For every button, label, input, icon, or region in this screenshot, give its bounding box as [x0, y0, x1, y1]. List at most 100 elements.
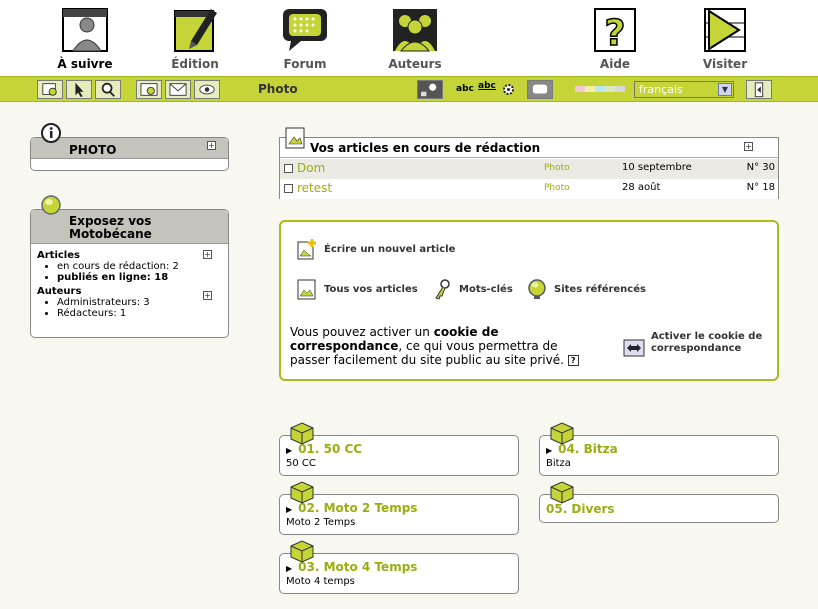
authors-expand-plus-icon[interactable]: +	[203, 291, 212, 300]
site-stats: Articles en cours de rédaction: 2 publié…	[37, 250, 222, 319]
swatch-green[interactable]	[605, 86, 615, 92]
rubrique-desc: Moto 4 temps	[286, 576, 355, 587]
spellcheck-abc[interactable]: abc	[456, 84, 474, 94]
tb-stats-button[interactable]	[136, 80, 162, 99]
rubrique-desc: Moto 2 Temps	[286, 517, 356, 528]
keywords-label: Mots-clés	[459, 284, 513, 295]
article-date: 10 septembre	[622, 162, 692, 173]
stat-admins: Administrateurs: 3	[57, 297, 222, 308]
chevron-down-icon: ▼	[718, 83, 732, 96]
nav-visiter[interactable]: Visiter	[675, 0, 775, 71]
article-title-link[interactable]: retest	[297, 181, 332, 195]
article-checkbox[interactable]	[284, 164, 293, 173]
tb-window-button[interactable]	[527, 80, 553, 99]
rubrique-box-icon	[290, 540, 314, 563]
top-navigation: À suivre Édition Forum Auteurs ? Aide Vi…	[0, 0, 818, 76]
cookie-arrows-icon[interactable]	[623, 337, 645, 359]
stat-published: publiés en ligne: 18	[57, 272, 222, 283]
language-value: français	[639, 83, 683, 96]
rubrique-moto-4-temps[interactable]: ▶ 03. Moto 4 Temps Moto 4 temps	[279, 553, 519, 594]
swatch-blue[interactable]	[595, 86, 605, 92]
photo-box-header: PHOTO	[31, 138, 228, 159]
article-number: N° 18	[746, 182, 775, 193]
table-row[interactable]: Dom Photo 10 septembre N° 30	[280, 159, 778, 179]
article-rubrique[interactable]: Photo	[544, 163, 570, 173]
rubrique-box-icon	[550, 481, 574, 504]
stat-redactors: Rédacteurs: 1	[57, 308, 222, 319]
sidebar-toggle-icon	[754, 82, 764, 98]
rubrique-title-text: 03. Moto 4 Temps	[298, 560, 418, 574]
sun-image-icon	[421, 83, 437, 97]
nav-auteurs[interactable]: Auteurs	[365, 0, 465, 71]
window-icon	[532, 84, 548, 94]
rubrique-box-icon	[550, 422, 574, 445]
document-image-icon	[297, 279, 316, 300]
rubrique-50cc[interactable]: ▶ 01. 50 CC 50 CC	[279, 435, 519, 476]
rubrique-title-text: 02. Moto 2 Temps	[298, 501, 418, 515]
article-title-link[interactable]: Dom	[297, 161, 325, 175]
spellcheck-abc-alt[interactable]: abc	[478, 82, 496, 91]
pen-document-icon	[174, 9, 217, 52]
gear-icon[interactable]	[502, 83, 515, 96]
authors-stats-list: Administrateurs: 3 Rédacteurs: 1	[37, 297, 222, 319]
tb-view-button[interactable]	[194, 80, 220, 99]
draft-articles-heading: Vos articles en cours de rédaction	[280, 138, 778, 158]
nav-label: Édition	[171, 57, 219, 71]
help-icon[interactable]: ?	[567, 355, 579, 366]
globe-icon	[41, 195, 61, 215]
articles-table-plus-icon[interactable]: +	[744, 142, 753, 151]
table-row[interactable]: retest Photo 28 août N° 18	[280, 179, 778, 199]
nav-label: Visiter	[702, 57, 748, 71]
swatch-yellow[interactable]	[585, 86, 595, 92]
article-rubrique[interactable]: Photo	[544, 183, 570, 193]
article-number: N° 30	[746, 162, 775, 173]
tb-site-button[interactable]	[37, 80, 63, 99]
nav-aide[interactable]: ? Aide	[565, 0, 665, 71]
rubrique-desc: Bitza	[546, 458, 571, 469]
color-swatches[interactable]	[575, 86, 625, 92]
site-box-title: Exposez vos Motobécane	[69, 214, 152, 241]
triangle-right-icon: ▶	[546, 446, 553, 455]
nav-label: Forum	[283, 57, 327, 71]
key-icon	[435, 279, 450, 300]
swatch-grey[interactable]	[615, 86, 625, 92]
swatch-pink[interactable]	[575, 86, 585, 92]
tb-search-button[interactable]	[95, 80, 121, 99]
rubrique-info-box: PHOTO +	[30, 137, 229, 171]
nav-label: Aide	[599, 57, 631, 71]
cursor-icon	[75, 82, 84, 98]
tb-cursor-button[interactable]	[66, 80, 92, 99]
site-map-icon	[42, 83, 57, 96]
tb-sidebar-toggle[interactable]	[746, 80, 772, 99]
nav-forum[interactable]: Forum	[255, 0, 355, 71]
mail-icon	[169, 83, 187, 96]
toolbar: Photo abc abc français ▼	[0, 76, 818, 102]
rubrique-moto-2-temps[interactable]: ▶ 02. Moto 2 Temps Moto 2 Temps	[279, 494, 519, 535]
cookie-text-pre: Vous pouvez activer un	[290, 325, 430, 339]
arrow-forward-icon	[704, 8, 746, 52]
cookie-explanation: Vous pouvez activer un cookie de corresp…	[290, 325, 590, 367]
group-icon	[393, 9, 437, 52]
rubrique-title[interactable]: 05. Divers	[546, 502, 615, 516]
language-select[interactable]: français ▼	[634, 81, 734, 98]
expand-plus-icon[interactable]: +	[207, 141, 216, 150]
articles-heading: Articles	[37, 250, 80, 261]
toolbar-section-title: Photo	[258, 82, 298, 96]
triangle-right-icon: ▶	[286, 446, 293, 455]
rubrique-desc: 50 CC	[286, 458, 316, 469]
new-document-icon	[297, 239, 316, 260]
articles-stats-list: en cours de rédaction: 2 publiés en lign…	[37, 261, 222, 283]
stats-icon	[140, 83, 158, 96]
nav-edition[interactable]: Édition	[145, 0, 245, 71]
tb-sun-button[interactable]	[417, 80, 443, 99]
article-checkbox[interactable]	[284, 184, 293, 193]
search-icon	[101, 82, 115, 97]
site-info-box: Exposez vos Motobécane Articles en cours…	[30, 209, 229, 338]
rubrique-divers[interactable]: 05. Divers	[539, 494, 779, 523]
activate-cookie-link[interactable]: Activer le cookie de correspondance	[651, 331, 776, 355]
nav-a-suivre[interactable]: À suivre	[35, 0, 135, 71]
rubrique-bitza[interactable]: ▶ 04. Bitza Bitza	[539, 435, 779, 476]
tb-mail-button[interactable]	[165, 80, 191, 99]
articles-expand-plus-icon[interactable]: +	[203, 250, 212, 259]
triangle-right-icon: ▶	[286, 505, 293, 514]
